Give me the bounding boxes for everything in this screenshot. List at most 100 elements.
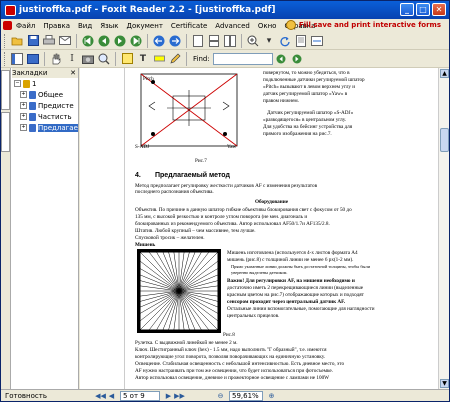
thumbnails-tab[interactable] (1, 112, 10, 152)
typewriter-icon[interactable]: T (136, 52, 150, 66)
menu-advanced[interactable]: Advanced (211, 22, 254, 30)
note-tool-icon[interactable] (120, 52, 134, 66)
bookmark-icon (29, 123, 36, 132)
maximize-button[interactable]: □ (416, 3, 430, 16)
title-bar[interactable]: justiroffka.pdf - Foxit Reader 2.2 - [ju… (1, 1, 449, 19)
rotate-icon[interactable] (278, 34, 292, 48)
expand-icon[interactable]: + (20, 124, 27, 131)
first-page-button[interactable]: ◀◀ (95, 391, 106, 401)
toolbar-grip[interactable] (4, 33, 7, 48)
equipment-line: блокированных из рекомендуемого объектив… (135, 221, 330, 227)
text-select-icon[interactable]: I (65, 52, 79, 66)
bottom-line: Ключ. Шестигранный ключ (hex) - 1.5 мм, … (135, 347, 327, 353)
snapshot-icon[interactable] (81, 52, 95, 66)
bottom-line: контролирующие угол поворота, позволяя п… (135, 354, 326, 360)
highlight-icon[interactable] (152, 52, 166, 66)
save-icon[interactable] (26, 34, 40, 48)
vertical-scrollbar[interactable]: ▲ ▼ (438, 68, 449, 389)
window-title: justiroffka.pdf - Foxit Reader 2.2 - [ju… (19, 5, 276, 15)
first-page-icon[interactable] (81, 34, 95, 48)
equipment-line: 135 мм, с высокой резкостью и контроле у… (135, 214, 308, 220)
left-panel: Закладки ✕ − 1 + Общее + Предисте + Част… (1, 68, 79, 389)
print-icon[interactable] (42, 34, 56, 48)
prev-page-icon[interactable] (97, 34, 111, 48)
equipment-line: Штатив. Любой крупный – чем массивнее, т… (135, 228, 256, 234)
menu-edit[interactable]: Правка (39, 22, 74, 30)
bookmark-item[interactable]: − 1 (12, 78, 78, 89)
collapse-icon[interactable]: − (14, 80, 21, 87)
menu-window[interactable]: Окно (254, 22, 281, 30)
next-page-icon[interactable] (113, 34, 127, 48)
expand-icon[interactable]: + (20, 91, 27, 98)
expand-icon[interactable]: + (20, 102, 27, 109)
right-col-line: датчик регулируемой шпатор «Yaw» в (263, 91, 348, 97)
expand-icon[interactable]: + (20, 113, 27, 120)
close-button[interactable]: ✕ (432, 3, 446, 16)
menu-certificate[interactable]: Certificate (167, 22, 211, 30)
intro-line: последнего распознания объектива. (135, 189, 214, 195)
zoom-level[interactable]: 59,61% (229, 391, 263, 401)
equipment-line: Спусковой тросик – желателен. (135, 235, 205, 241)
menu-language[interactable]: Язык (96, 22, 122, 30)
forward-icon[interactable] (168, 34, 182, 48)
document-menu-icon[interactable] (3, 21, 12, 30)
right-col-line: Датчик регулируемой шпатор «S-ADJ» (267, 110, 354, 116)
last-page-button[interactable]: ▶▶ (174, 391, 185, 401)
toolbar-grip[interactable] (4, 51, 7, 66)
bookmark-item[interactable]: + Частисть (12, 111, 78, 122)
zoom-in-button[interactable]: ⊕ (266, 391, 277, 401)
email-icon[interactable] (58, 34, 72, 48)
bookmark-item[interactable]: + Предисте (12, 100, 78, 111)
fullscreen-icon[interactable] (26, 52, 40, 66)
foxit-app-icon[interactable] (5, 4, 16, 16)
page-indicator[interactable]: 5 от 9 (120, 391, 160, 401)
back-icon[interactable] (152, 34, 166, 48)
magnifier-icon[interactable] (97, 52, 111, 66)
zoom-dropdown-icon[interactable]: ▾ (262, 34, 276, 48)
target-line: красным цветом на рис.7) отображающие ко… (227, 292, 364, 298)
bottom-line: Автор использовал освещение, дневное и п… (135, 375, 330, 381)
find-next-icon[interactable] (290, 52, 304, 66)
scroll-down-arrow[interactable]: ▼ (440, 379, 449, 388)
fig7-caption: Рис.7 (195, 158, 207, 164)
page-setup-icon[interactable] (294, 34, 308, 48)
toolbar-separator (44, 51, 45, 66)
zoom-out-button[interactable]: ⊖ (215, 391, 226, 401)
right-col-line: «разводящегося» в центральном углу. (263, 117, 347, 123)
hand-tool-icon[interactable] (49, 52, 63, 66)
continuous-page-icon[interactable] (207, 34, 221, 48)
status-ready: Готовность (5, 392, 47, 400)
scroll-thumb[interactable] (440, 128, 449, 152)
document-view[interactable]: Pitch S-ADJ Yaw Рис.7 повернутом, то мож… (80, 68, 438, 389)
bottom-line: Рулетка. С выдвижной линейкой не менее 2… (135, 340, 238, 346)
open-icon[interactable] (10, 34, 24, 48)
facing-pages-icon[interactable] (223, 34, 237, 48)
promo-link[interactable]: Fill,save and print interactive forms (285, 20, 441, 30)
bookmark-item[interactable]: + Общее (12, 89, 78, 100)
fig7-label-yaw: Yaw (227, 144, 237, 150)
bookmark-icon (23, 79, 30, 88)
target-line: мишень (рис.8) с толщиной линии не менее… (227, 257, 354, 263)
menu-file[interactable]: Файл (12, 22, 39, 30)
next-page-button[interactable]: ▶ (163, 391, 174, 401)
find-prev-icon[interactable] (274, 52, 288, 66)
bookmark-panel-icon[interactable] (10, 52, 24, 66)
right-col-line: Для удобства на бейсинг устройства для (263, 124, 353, 130)
single-page-icon[interactable] (191, 34, 205, 48)
bookmark-item[interactable]: + Предлагае (12, 122, 78, 133)
fit-width-icon[interactable] (310, 34, 324, 48)
menu-view[interactable]: Вид (74, 22, 96, 30)
section-title: Предлагаемый метод (155, 172, 230, 179)
close-panel-icon[interactable]: ✕ (70, 69, 76, 77)
prev-page-button[interactable]: ◀ (106, 391, 117, 401)
right-col-line: прямого изображения на рис.7. (263, 131, 332, 137)
bookmarks-tab[interactable] (1, 70, 10, 110)
find-input[interactable] (212, 52, 273, 65)
last-page-icon[interactable] (129, 34, 143, 48)
menu-document[interactable]: Документ (123, 22, 167, 30)
scroll-up-arrow[interactable]: ▲ (440, 69, 449, 78)
zoom-in-icon[interactable] (246, 34, 260, 48)
pencil-icon[interactable] (168, 52, 182, 66)
target-line: Мишень изготовлена (используется 4-х лис… (227, 250, 358, 256)
minimize-button[interactable]: _ (400, 3, 414, 16)
